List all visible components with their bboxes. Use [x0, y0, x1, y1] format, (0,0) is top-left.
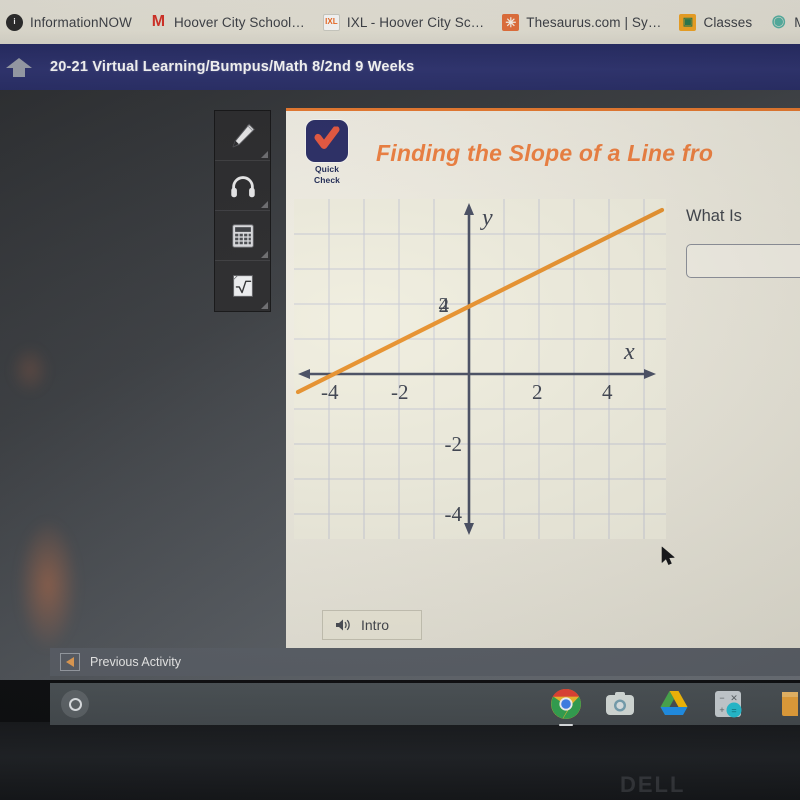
globe-icon: ◉ [771, 13, 786, 30]
quick-check-square [306, 120, 348, 163]
previous-triangle-icon [66, 657, 74, 667]
previous-activity-button[interactable] [60, 653, 80, 671]
lesson-title: Finding the Slope of a Line fro [376, 139, 714, 166]
camera-icon[interactable] [604, 688, 636, 720]
square-root-icon [232, 275, 253, 297]
screen-glare-secondary [10, 345, 50, 395]
bookmark-hoover-city-school[interactable]: M Hoover City School… [150, 14, 305, 31]
tool-corner-marker [261, 151, 268, 158]
ytick-2: 2 [439, 293, 450, 317]
quick-check-label-line2: Check [313, 175, 340, 185]
cursor-arrow-icon [661, 546, 675, 565]
chrome-active-indicator [559, 723, 573, 726]
xtick-neg4: -4 [321, 380, 339, 404]
gmail-icon: M [151, 13, 166, 30]
thesaurus-icon: ✳ [502, 13, 520, 31]
pencil-icon [232, 123, 255, 147]
bookmark-label: IXL - Hoover City Sc… [346, 14, 485, 30]
answer-input[interactable] [686, 244, 800, 278]
device-brand-logo: DELL [620, 772, 686, 797]
formula-tool-button[interactable] [215, 261, 270, 311]
graph-svg: -4 -2 2 4 4 2 -2 -4 y x [294, 199, 666, 539]
svg-text:✕: ✕ [730, 693, 738, 703]
question-prompt: What Is [686, 207, 742, 225]
bookmark-m[interactable]: ◉ M [770, 14, 800, 31]
chrome-icon[interactable] [550, 688, 582, 726]
lesson-panel: Quick Check Finding the Slope of a Line … [286, 108, 800, 648]
launcher-ring [68, 697, 82, 711]
bookmark-thesaurus[interactable]: ✳ Thesaurus.com | Sy… [502, 13, 662, 31]
previous-activity-label: Previous Activity [90, 655, 182, 669]
launcher-icon[interactable] [61, 690, 89, 718]
chromeos-shelf: − ✕ + = [50, 683, 800, 726]
tool-corner-marker [261, 302, 268, 309]
ixl-icon: IXL [322, 13, 340, 31]
question-area: What Is [686, 207, 800, 278]
tool-rail [214, 110, 271, 312]
x-axis-label: x [623, 339, 635, 365]
home-icon[interactable] [6, 56, 32, 78]
svg-text:+: + [719, 705, 724, 715]
checkmark-icon [314, 126, 340, 150]
speaker-icon [336, 619, 350, 631]
y-axis-label: y [480, 205, 493, 231]
calculator-tool-button[interactable] [215, 211, 270, 261]
bookmark-label: Thesaurus.com | Sy… [526, 14, 662, 30]
audio-tool-button[interactable] [215, 161, 270, 211]
bookmark-informationnow[interactable]: i InformationNOW [6, 13, 132, 31]
pencil-tool-button[interactable] [215, 111, 270, 161]
previous-activity-bar: Previous Activity [50, 648, 800, 676]
screenshot-root: i InformationNOW M Hoover City School… I… [0, 0, 800, 800]
calculator-icon [231, 223, 254, 248]
headphones-icon [230, 175, 255, 197]
xtick-4: 4 [602, 380, 613, 404]
bookmark-classes[interactable]: ▣ Classes [679, 13, 753, 31]
files-icon[interactable] [766, 688, 800, 720]
coordinate-graph: -4 -2 2 4 4 2 -2 -4 y x [294, 199, 666, 539]
info-now-icon: i [6, 13, 23, 31]
ytick-neg2: -2 [445, 432, 463, 456]
quick-check-label-line1: Quick [314, 164, 340, 175]
ytick-neg4: -4 [445, 502, 463, 526]
bookmark-label: M [794, 14, 800, 30]
calculator-icon[interactable]: − ✕ + = [712, 688, 744, 720]
quick-check-badge: Quick Check [304, 120, 350, 185]
xtick-2: 2 [532, 380, 543, 404]
intro-label: Intro [361, 617, 390, 633]
breadcrumb: 20-21 Virtual Learning/Bumpus/Math 8/2nd… [50, 59, 415, 75]
shelf-app-list: − ✕ + = [550, 683, 800, 726]
bookmark-label: InformationNOW [30, 14, 132, 30]
google-drive-icon[interactable] [658, 688, 690, 720]
bookmark-ixl[interactable]: IXL IXL - Hoover City Sc… [322, 13, 485, 31]
tool-corner-marker [261, 251, 268, 258]
svg-text:−: − [719, 693, 724, 703]
intro-audio-button[interactable]: Intro [322, 610, 422, 640]
screen-glare [18, 520, 78, 650]
classroom-icon: ▣ [679, 13, 697, 31]
browser-bookmark-bar: i InformationNOW M Hoover City School… I… [0, 0, 800, 44]
tool-corner-marker [261, 201, 268, 208]
app-header: 20-21 Virtual Learning/Bumpus/Math 8/2nd… [0, 44, 800, 90]
xtick-neg2: -2 [391, 380, 409, 404]
bookmark-label: Hoover City School… [173, 14, 305, 30]
svg-text:=: = [731, 706, 736, 716]
lesson-header: Quick Check Finding the Slope of a Line … [286, 111, 800, 195]
mouse-cursor [661, 546, 677, 573]
graph-background [294, 199, 666, 539]
bookmark-label: Classes [703, 14, 753, 30]
